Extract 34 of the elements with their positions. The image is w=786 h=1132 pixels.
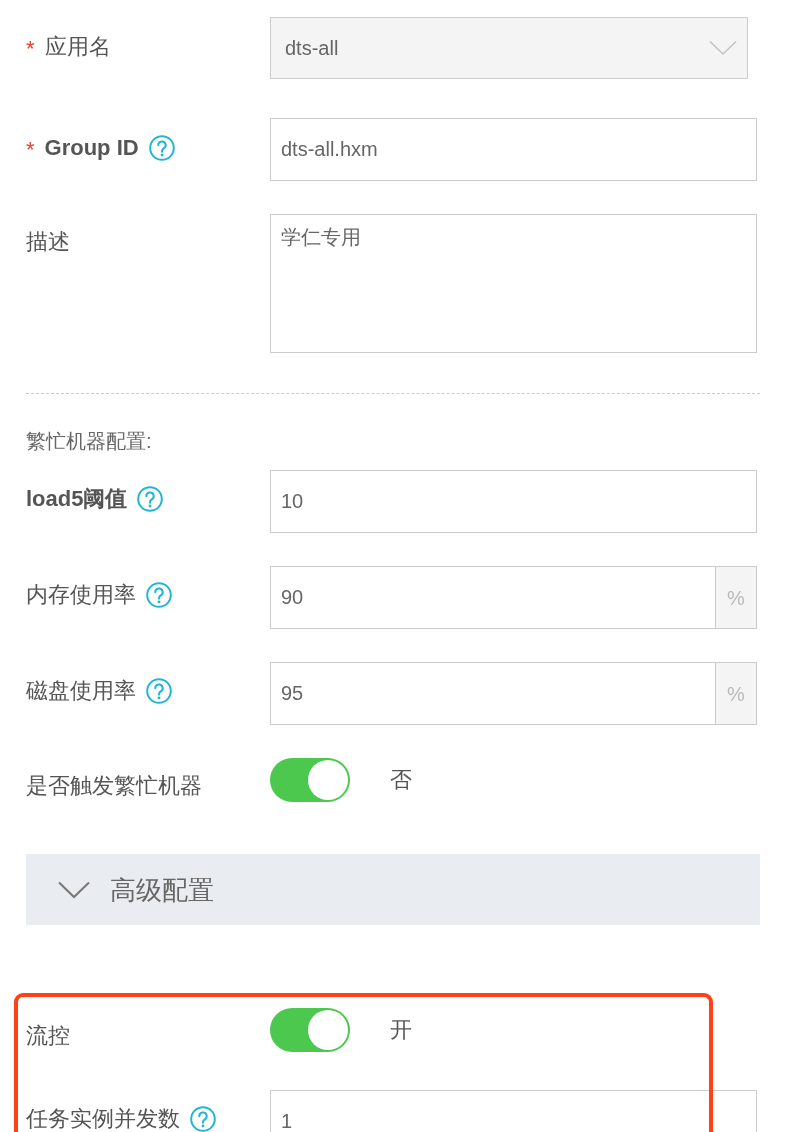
help-icon[interactable] — [148, 135, 175, 161]
field-label: Group ID — [44, 136, 139, 160]
field-label: 任务实例并发数 — [26, 1107, 180, 1131]
switch-status-text: 否 — [390, 766, 412, 794]
switch-knob — [308, 1010, 348, 1050]
description-textarea[interactable]: 学仁专用 — [270, 214, 757, 353]
field-label: load5阈值 — [26, 487, 128, 511]
help-icon[interactable] — [190, 1106, 216, 1132]
field-label: 磁盘使用率 — [26, 679, 136, 703]
select-field[interactable]: dts-all — [270, 17, 748, 79]
field-label: 流控 — [26, 1024, 70, 1048]
caret-icon — [709, 40, 737, 56]
switch-knob — [308, 760, 348, 800]
help-icon[interactable] — [137, 486, 164, 512]
field-label: 应用名 — [44, 35, 111, 59]
toggle-switch[interactable] — [270, 1008, 350, 1052]
help-icon[interactable] — [146, 582, 172, 608]
switch-status-text: 开 — [390, 1016, 412, 1044]
field-label: 是否触发繁忙机器 — [26, 774, 202, 798]
help-icon[interactable] — [146, 678, 172, 704]
toggle-switch[interactable] — [270, 758, 350, 802]
collapse-header[interactable]: 高级配置 — [26, 854, 760, 925]
percent-addon: % — [716, 662, 757, 725]
text-input[interactable]: dts-all.hxm — [270, 118, 757, 181]
percent-addon: % — [716, 566, 757, 629]
required-mark: * — [26, 35, 35, 61]
field-label: 描述 — [26, 230, 70, 254]
text-input[interactable]: 10 — [270, 470, 757, 533]
text-input[interactable]: 1 — [270, 1090, 757, 1132]
text-input[interactable]: 90 — [270, 566, 716, 629]
field-label: 内存使用率 — [26, 583, 136, 607]
text-input[interactable]: 95 — [270, 662, 716, 725]
required-mark: * — [26, 136, 35, 162]
section-title: 繁忙机器配置: — [26, 429, 152, 454]
